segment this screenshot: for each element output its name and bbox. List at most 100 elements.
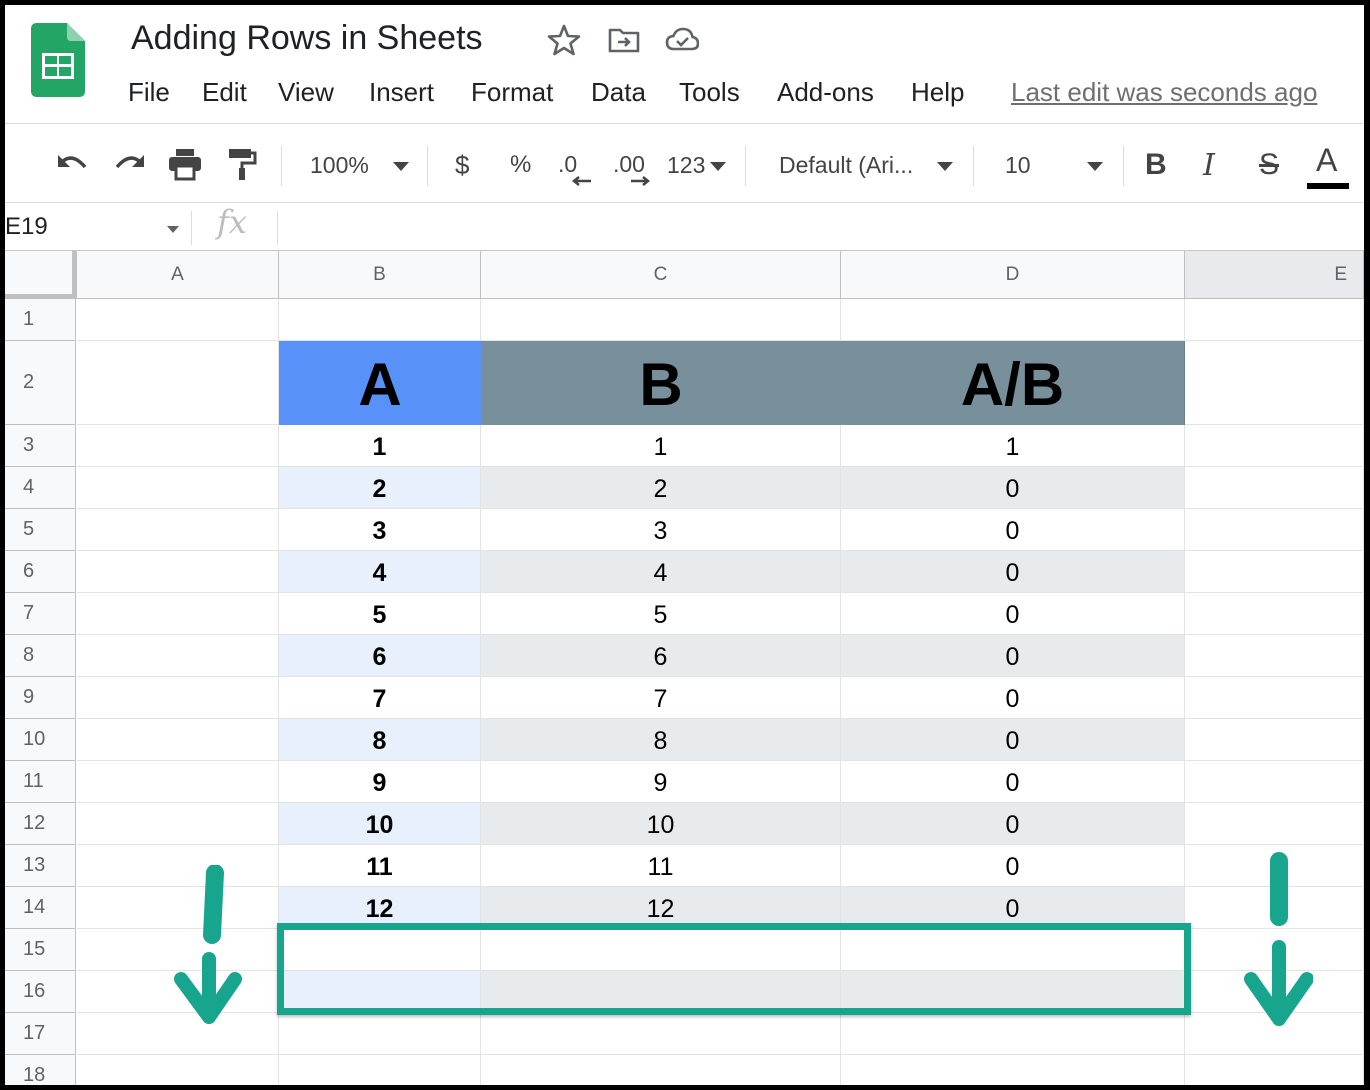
row-header[interactable]: 14 [5,887,76,929]
cloud-status-icon[interactable] [665,23,699,57]
table-cell[interactable]: 0 [841,803,1185,845]
table-cell[interactable] [1185,677,1364,719]
table-cell[interactable]: 3 [279,509,481,551]
table-cell[interactable]: 0 [841,509,1185,551]
name-box[interactable]: E19 [5,213,48,241]
table-cell[interactable] [77,341,279,425]
table-cell[interactable] [1185,551,1364,593]
row-header[interactable]: 3 [5,425,76,467]
table-cell[interactable] [1185,803,1364,845]
table-cell[interactable]: 7 [279,677,481,719]
font-select[interactable]: Default (Ari... [779,152,913,179]
row-header[interactable]: 11 [5,761,76,803]
column-header-e[interactable]: E [1185,251,1364,299]
chevron-down-icon[interactable] [393,162,409,172]
row-header[interactable]: 9 [5,677,76,719]
table-cell[interactable] [279,1055,481,1085]
table-cell[interactable] [77,803,279,845]
table-cell[interactable] [77,425,279,467]
table-cell[interactable] [77,635,279,677]
table-header-cell[interactable]: B [481,341,841,425]
table-cell[interactable] [841,299,1185,341]
currency-format-button[interactable]: $ [455,150,469,181]
row-header[interactable]: 7 [5,593,76,635]
chevron-down-icon[interactable] [710,162,726,172]
table-cell[interactable]: 0 [841,551,1185,593]
table-cell[interactable] [77,467,279,509]
row-header[interactable]: 4 [5,467,76,509]
table-cell[interactable] [481,1055,841,1085]
menu-format[interactable]: Format [471,77,553,108]
menu-view[interactable]: View [278,77,334,108]
table-cell[interactable] [1185,761,1364,803]
column-header-a[interactable]: A [77,251,279,299]
table-cell[interactable]: 0 [841,719,1185,761]
row-header[interactable]: 13 [5,845,76,887]
table-header-cell[interactable]: A [279,341,481,425]
undo-icon[interactable] [55,149,91,179]
table-cell[interactable]: 11 [481,845,841,887]
menu-data[interactable]: Data [591,77,646,108]
table-cell[interactable]: 1 [841,425,1185,467]
menu-file[interactable]: File [128,77,170,108]
table-cell[interactable] [77,299,279,341]
table-cell[interactable]: 10 [279,803,481,845]
row-header[interactable]: 2 [5,341,76,425]
row-header[interactable]: 1 [5,299,76,341]
table-cell[interactable] [1185,299,1364,341]
table-cell[interactable] [77,593,279,635]
table-cell[interactable]: 2 [279,467,481,509]
table-cell[interactable]: 0 [841,761,1185,803]
column-header-b[interactable]: B [279,251,481,299]
table-cell[interactable]: 4 [481,551,841,593]
table-cell[interactable] [1185,593,1364,635]
table-cell[interactable] [841,1013,1185,1055]
table-cell[interactable]: 11 [279,845,481,887]
row-header[interactable]: 12 [5,803,76,845]
menu-edit[interactable]: Edit [202,77,247,108]
table-cell[interactable] [1185,509,1364,551]
table-cell[interactable] [1185,425,1364,467]
table-cell[interactable] [1185,635,1364,677]
table-cell[interactable]: 6 [279,635,481,677]
table-cell[interactable] [77,719,279,761]
row-header[interactable]: 8 [5,635,76,677]
font-size-select[interactable]: 10 [1005,152,1031,179]
print-icon[interactable] [167,147,203,181]
table-cell[interactable] [1185,719,1364,761]
table-cell[interactable] [481,1013,841,1055]
table-cell[interactable]: 1 [279,425,481,467]
table-cell[interactable]: 0 [841,593,1185,635]
table-cell[interactable]: 0 [841,845,1185,887]
table-cell[interactable]: 0 [841,677,1185,719]
row-header[interactable]: 10 [5,719,76,761]
table-cell[interactable] [77,551,279,593]
formula-input[interactable] [285,211,1355,245]
chevron-down-icon[interactable] [1087,162,1103,172]
table-cell[interactable] [77,677,279,719]
row-header[interactable]: 16 [5,971,76,1013]
paint-format-icon[interactable] [227,147,257,181]
table-cell[interactable] [1185,341,1364,425]
redo-icon[interactable] [111,149,147,179]
table-cell[interactable] [77,509,279,551]
row-header[interactable]: 15 [5,929,76,971]
row-header[interactable]: 18 [5,1055,76,1085]
menu-tools[interactable]: Tools [679,77,740,108]
menu-insert[interactable]: Insert [369,77,434,108]
document-title[interactable]: Adding Rows in Sheets [131,19,483,58]
chevron-down-icon[interactable] [937,162,953,172]
strikethrough-button[interactable]: S [1259,148,1279,182]
table-cell[interactable]: 0 [841,467,1185,509]
decrease-decimal-button[interactable]: .0 [558,151,577,178]
table-cell[interactable]: 9 [279,761,481,803]
select-all-corner[interactable] [5,251,77,299]
percent-format-button[interactable]: % [510,151,531,179]
table-cell[interactable]: 0 [841,635,1185,677]
menu-help[interactable]: Help [911,77,964,108]
table-cell[interactable] [279,1013,481,1055]
increase-decimal-button[interactable]: .00 [613,151,645,178]
last-edit-link[interactable]: Last edit was seconds ago [1011,77,1317,108]
bold-button[interactable]: B [1145,148,1167,182]
column-header-c[interactable]: C [481,251,841,299]
